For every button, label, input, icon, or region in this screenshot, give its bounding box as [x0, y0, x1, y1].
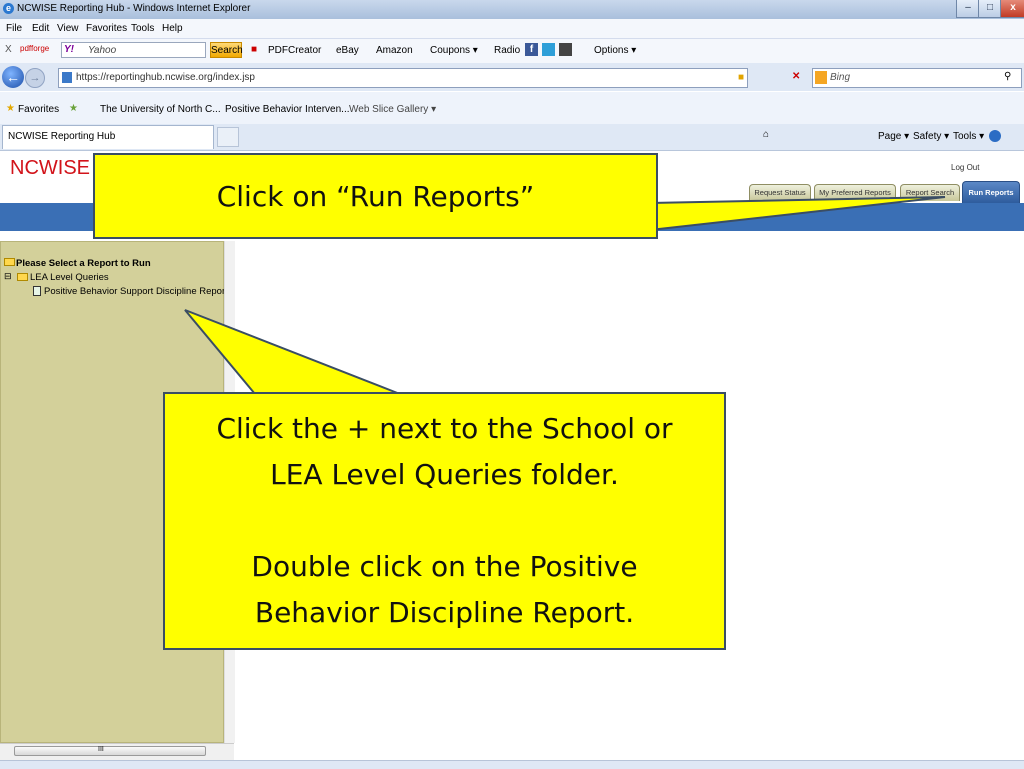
callout-pointers [184, 196, 946, 395]
instructions-callout: Click the + next to the School or LEA Le… [163, 392, 726, 650]
callout-spacer [165, 498, 724, 544]
top-callout-pointer [649, 196, 946, 232]
callout-line-3: Double click on the Positive [251, 550, 638, 583]
callout-line-2: LEA Level Queries folder. [270, 458, 619, 491]
callout-line-4: Behavior Discipline Report. [254, 596, 635, 629]
run-reports-callout: Click on “Run Reports” [93, 153, 658, 239]
callout-line-1: Click the + next to the School or [216, 412, 673, 445]
bottom-callout-pointer [184, 309, 401, 395]
